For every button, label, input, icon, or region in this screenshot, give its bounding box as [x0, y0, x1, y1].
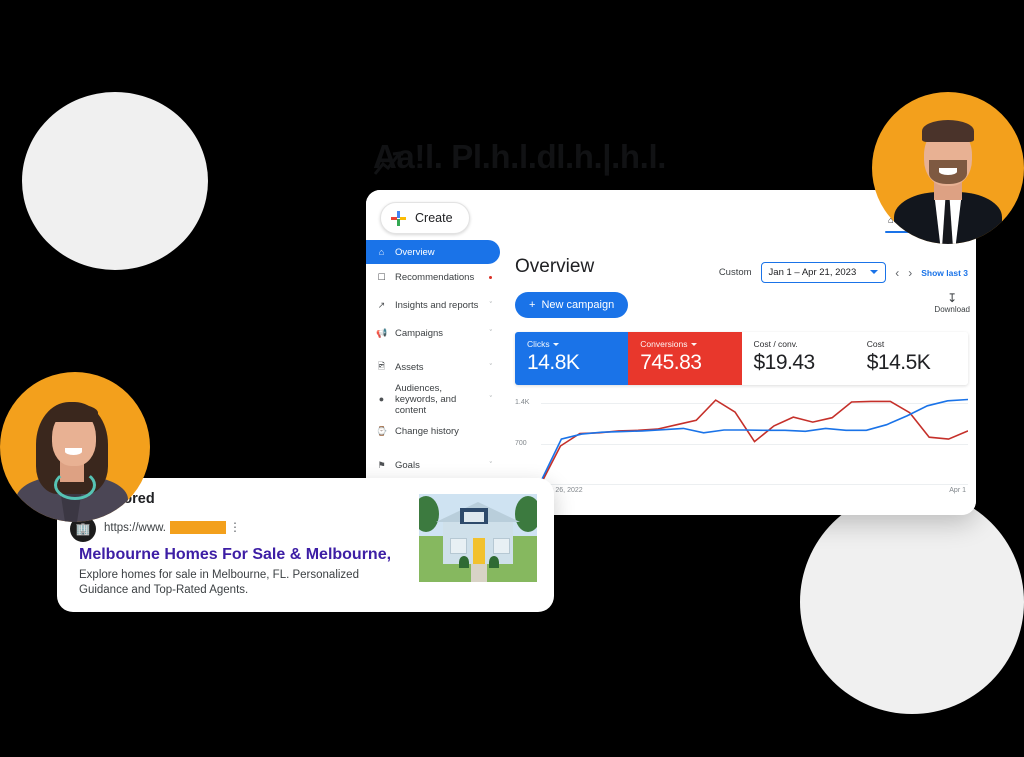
metric-label: Cost / conv. [753, 339, 798, 349]
y-axis-tick-label: 700 [515, 440, 527, 447]
ad-url-redaction [170, 521, 226, 534]
decorative-circle-bottom-right [800, 490, 1024, 714]
recommendations-icon: ☐ [377, 271, 386, 282]
sidebar-item-change-history[interactable]: ⌚ Change history [366, 419, 500, 443]
metric-label: Conversions [640, 339, 741, 349]
metric-label: Cost [866, 339, 885, 349]
date-range-value: Jan 1 – Apr 21, 2023 [768, 267, 857, 278]
page-stage: Aa!l. Pl.h.l.dl.h.|.h.l. Create Workspac… [0, 0, 1024, 757]
google-plus-icon [391, 210, 406, 226]
metric-card-conversions[interactable]: Conversions 745.83 [628, 332, 742, 385]
download-icon: ↧ [947, 291, 958, 305]
avatar-man [872, 92, 1024, 244]
home-icon: ⌂ [378, 247, 385, 257]
sidebar-item-label: Audiences, keywords, and content [395, 382, 457, 416]
metric-card-clicks[interactable]: Clicks 14.8K [515, 332, 629, 385]
create-button[interactable]: Create [380, 202, 470, 234]
ad-url: https://www. [104, 521, 226, 534]
chevron-down-icon: ˇ [489, 329, 492, 337]
chevron-down-icon: ˇ [489, 301, 492, 309]
new-campaign-button[interactable]: + New campaign [515, 292, 629, 318]
sidebar-item-assets[interactable]: 🖻 Assets ˇ [366, 355, 500, 379]
decorative-circle-top-left [22, 92, 208, 270]
plus-icon: + [529, 299, 536, 311]
ads-sidebar: ⌂ Overview ☐ Recommendations ↗ Insights … [366, 240, 507, 515]
metric-card-cost[interactable]: Cost $14.5K [854, 332, 968, 385]
show-last-link[interactable]: Show last 3 [921, 268, 968, 278]
sidebar-item-label: Overview [395, 246, 435, 258]
campaigns-icon: 📢 [376, 327, 388, 338]
notification-badge [489, 275, 492, 279]
sidebar-item-recommendations[interactable]: ☐ Recommendations [366, 265, 500, 289]
metric-label: Clicks [527, 339, 628, 349]
chevron-down-icon [690, 342, 697, 346]
sidebar-item-label: Goals [395, 459, 420, 471]
chart-lines [541, 395, 968, 485]
next-period-button[interactable]: › [908, 266, 912, 280]
sidebar-item-label: Assets [395, 361, 424, 373]
new-campaign-label: New campaign [541, 299, 615, 311]
audiences-icon: ● [378, 394, 385, 404]
sidebar-item-label: Campaigns [395, 327, 444, 339]
ad-url-prefix: https://www. [104, 521, 166, 534]
sidebar-item-label: Recommendations [395, 271, 475, 283]
create-button-label: Create [415, 211, 453, 225]
sidebar-item-insights-and-reports[interactable]: ↗ Insights and reports ˇ [366, 290, 500, 320]
sidebar-item-audiences-keywords-content[interactable]: ● Audiences, keywords, and content ˇ [366, 380, 500, 418]
custom-range-label: Custom [718, 267, 752, 278]
prev-period-button[interactable]: ‹ [895, 266, 899, 280]
sidebar-item-label: Insights and reports [395, 299, 479, 311]
metric-cards: Clicks 14.8K Conversions 745.83 Cost / c… [515, 332, 968, 385]
chevron-down-icon: ˇ [489, 363, 492, 371]
performance-chart: 1.4K 700 0 Dec 26, 2022 Apr 1 [515, 395, 968, 500]
avatar-woman [0, 372, 150, 522]
assets-icon: 🖻 [377, 361, 386, 371]
chevron-down-icon [870, 269, 879, 274]
page-title: Overview [515, 256, 595, 277]
chevron-down-icon: ˇ [489, 461, 492, 469]
goals-icon: ⚑ [377, 459, 386, 470]
x-axis-end-label: Apr 1 [949, 487, 966, 494]
history-icon: ⌚ [376, 425, 388, 436]
sidebar-item-label: Change history [395, 425, 459, 437]
ads-main-content: Overview Custom Jan 1 – Apr 21, 2023 ‹ ›… [506, 240, 976, 515]
metric-value: 745.83 [640, 351, 702, 374]
date-range-picker[interactable]: Jan 1 – Apr 21, 2023 [760, 262, 887, 283]
metric-card-cost-per-conv[interactable]: Cost / conv. $19.43 [741, 332, 855, 385]
metric-value: 14.8K [527, 351, 580, 374]
ad-title-link[interactable]: Melbourne Homes For Sale & Melbourne, [79, 546, 419, 564]
metric-value: $19.43 [753, 351, 816, 374]
ad-description: Explore homes for sale in Melbourne, FL.… [79, 569, 359, 596]
sidebar-item-goals[interactable]: ⚑ Goals ˇ [366, 453, 500, 477]
sidebar-item-campaigns[interactable]: 📢 Campaigns ˇ [366, 321, 500, 345]
insights-icon: ↗ [377, 299, 386, 310]
chevron-down-icon: ˇ [489, 395, 492, 403]
download-button[interactable]: ↧ Download [934, 291, 970, 315]
sidebar-item-overview[interactable]: ⌂ Overview [366, 240, 500, 264]
ad-house-image [419, 494, 537, 582]
page-headline: Aa!l. Pl.h.l.dl.h.|.h.l. [373, 138, 666, 175]
more-options-icon[interactable]: ⋮ [229, 520, 241, 534]
download-label: Download [934, 305, 970, 314]
date-controls: Custom Jan 1 – Apr 21, 2023 ‹ › Show las… [719, 262, 968, 283]
metric-value: $14.5K [866, 351, 931, 374]
chevron-down-icon [552, 342, 559, 346]
y-axis-tick-label: 1.4K [515, 399, 530, 406]
